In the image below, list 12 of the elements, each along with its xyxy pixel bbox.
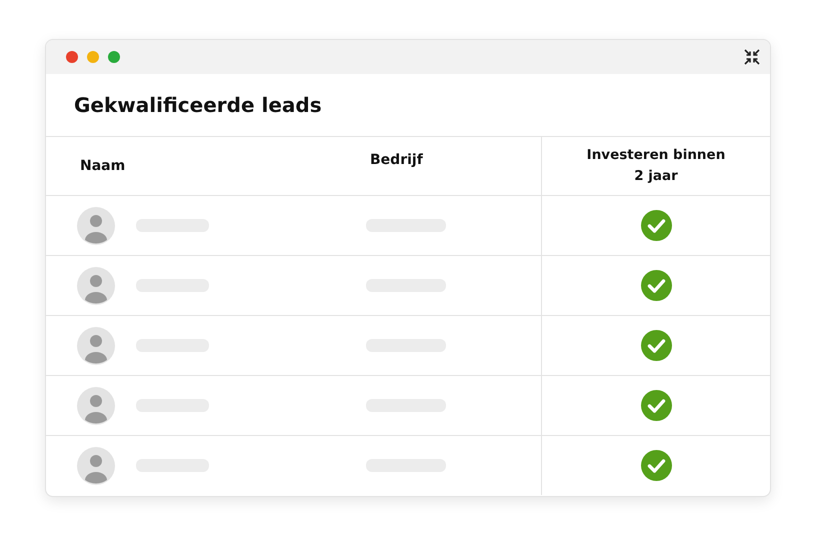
column-header: Naam xyxy=(79,158,126,174)
column-header: Investeren binnen 2 jaar xyxy=(586,146,726,186)
avatar-icon xyxy=(77,386,115,424)
avatar-icon xyxy=(77,446,115,484)
maximize-button[interactable] xyxy=(108,51,120,63)
column-header: Bedrijf xyxy=(369,152,423,168)
table-title: Gekwalificeerde leads xyxy=(74,93,322,117)
close-button[interactable] xyxy=(66,51,78,63)
avatar-icon xyxy=(77,266,115,304)
collapse-icon[interactable] xyxy=(744,49,760,65)
avatar-icon xyxy=(77,206,115,244)
avatar-icon xyxy=(77,326,115,364)
